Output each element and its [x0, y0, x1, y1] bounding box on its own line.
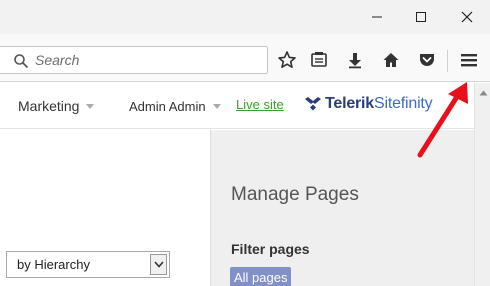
- filter-pages-heading: Filter pages: [231, 241, 310, 257]
- search-icon: [13, 53, 29, 74]
- minimize-icon: [372, 16, 382, 18]
- telerik-sitefinity-logo[interactable]: Telerik Sitefinity: [305, 95, 433, 113]
- search-box[interactable]: [0, 46, 268, 74]
- scroll-up-arrow-icon[interactable]: [475, 85, 490, 101]
- browser-toolbar: [0, 34, 490, 82]
- pocket-icon: [420, 54, 434, 66]
- minimize-button[interactable]: [354, 0, 400, 34]
- user-menu-label: Admin Admin: [129, 99, 206, 114]
- toolbar-separator: [447, 50, 448, 72]
- window-title-bar: [0, 0, 490, 34]
- all-pages-filter[interactable]: All pages: [230, 267, 292, 286]
- select-arrow-button[interactable]: [150, 254, 167, 275]
- app-header: Marketing Admin Admin Live site Telerik S…: [0, 83, 474, 129]
- chevron-down-icon: [153, 261, 164, 268]
- chevron-down-icon: [212, 104, 221, 109]
- close-icon: [461, 11, 473, 23]
- marketing-menu[interactable]: Marketing: [18, 98, 95, 114]
- live-site-link[interactable]: Live site: [236, 97, 284, 112]
- filter-sidebar: [210, 130, 474, 286]
- view-mode-select[interactable]: by Hierarchy: [6, 251, 170, 278]
- logo-brand-text: Telerik: [325, 95, 374, 112]
- user-menu[interactable]: Admin Admin: [129, 99, 221, 114]
- hamburger-menu-icon: [461, 54, 477, 67]
- bookmark-star-icon: [278, 51, 296, 69]
- bookmark-star-button[interactable]: [273, 46, 301, 74]
- view-mode-select-value: by Hierarchy: [17, 257, 90, 272]
- reading-list-button[interactable]: [305, 46, 333, 74]
- download-button[interactable]: [341, 46, 369, 74]
- page-title: Manage Pages: [231, 184, 359, 205]
- open-menu-button[interactable]: [453, 44, 485, 76]
- logo-product-text: Sitefinity: [374, 95, 433, 112]
- search-input[interactable]: [35, 50, 255, 70]
- maximize-button[interactable]: [398, 0, 444, 34]
- maximize-icon: [416, 12, 426, 22]
- close-window-button[interactable]: [444, 0, 490, 34]
- marketing-menu-label: Marketing: [18, 98, 80, 114]
- home-icon: [383, 53, 399, 67]
- chevron-down-icon: [86, 104, 95, 109]
- pocket-button[interactable]: [413, 46, 441, 74]
- telerik-logo-icon: [305, 97, 321, 111]
- reading-list-icon: [311, 52, 327, 67]
- download-icon: [349, 53, 361, 69]
- home-button[interactable]: [377, 46, 405, 74]
- page-scrollbar[interactable]: [474, 83, 490, 286]
